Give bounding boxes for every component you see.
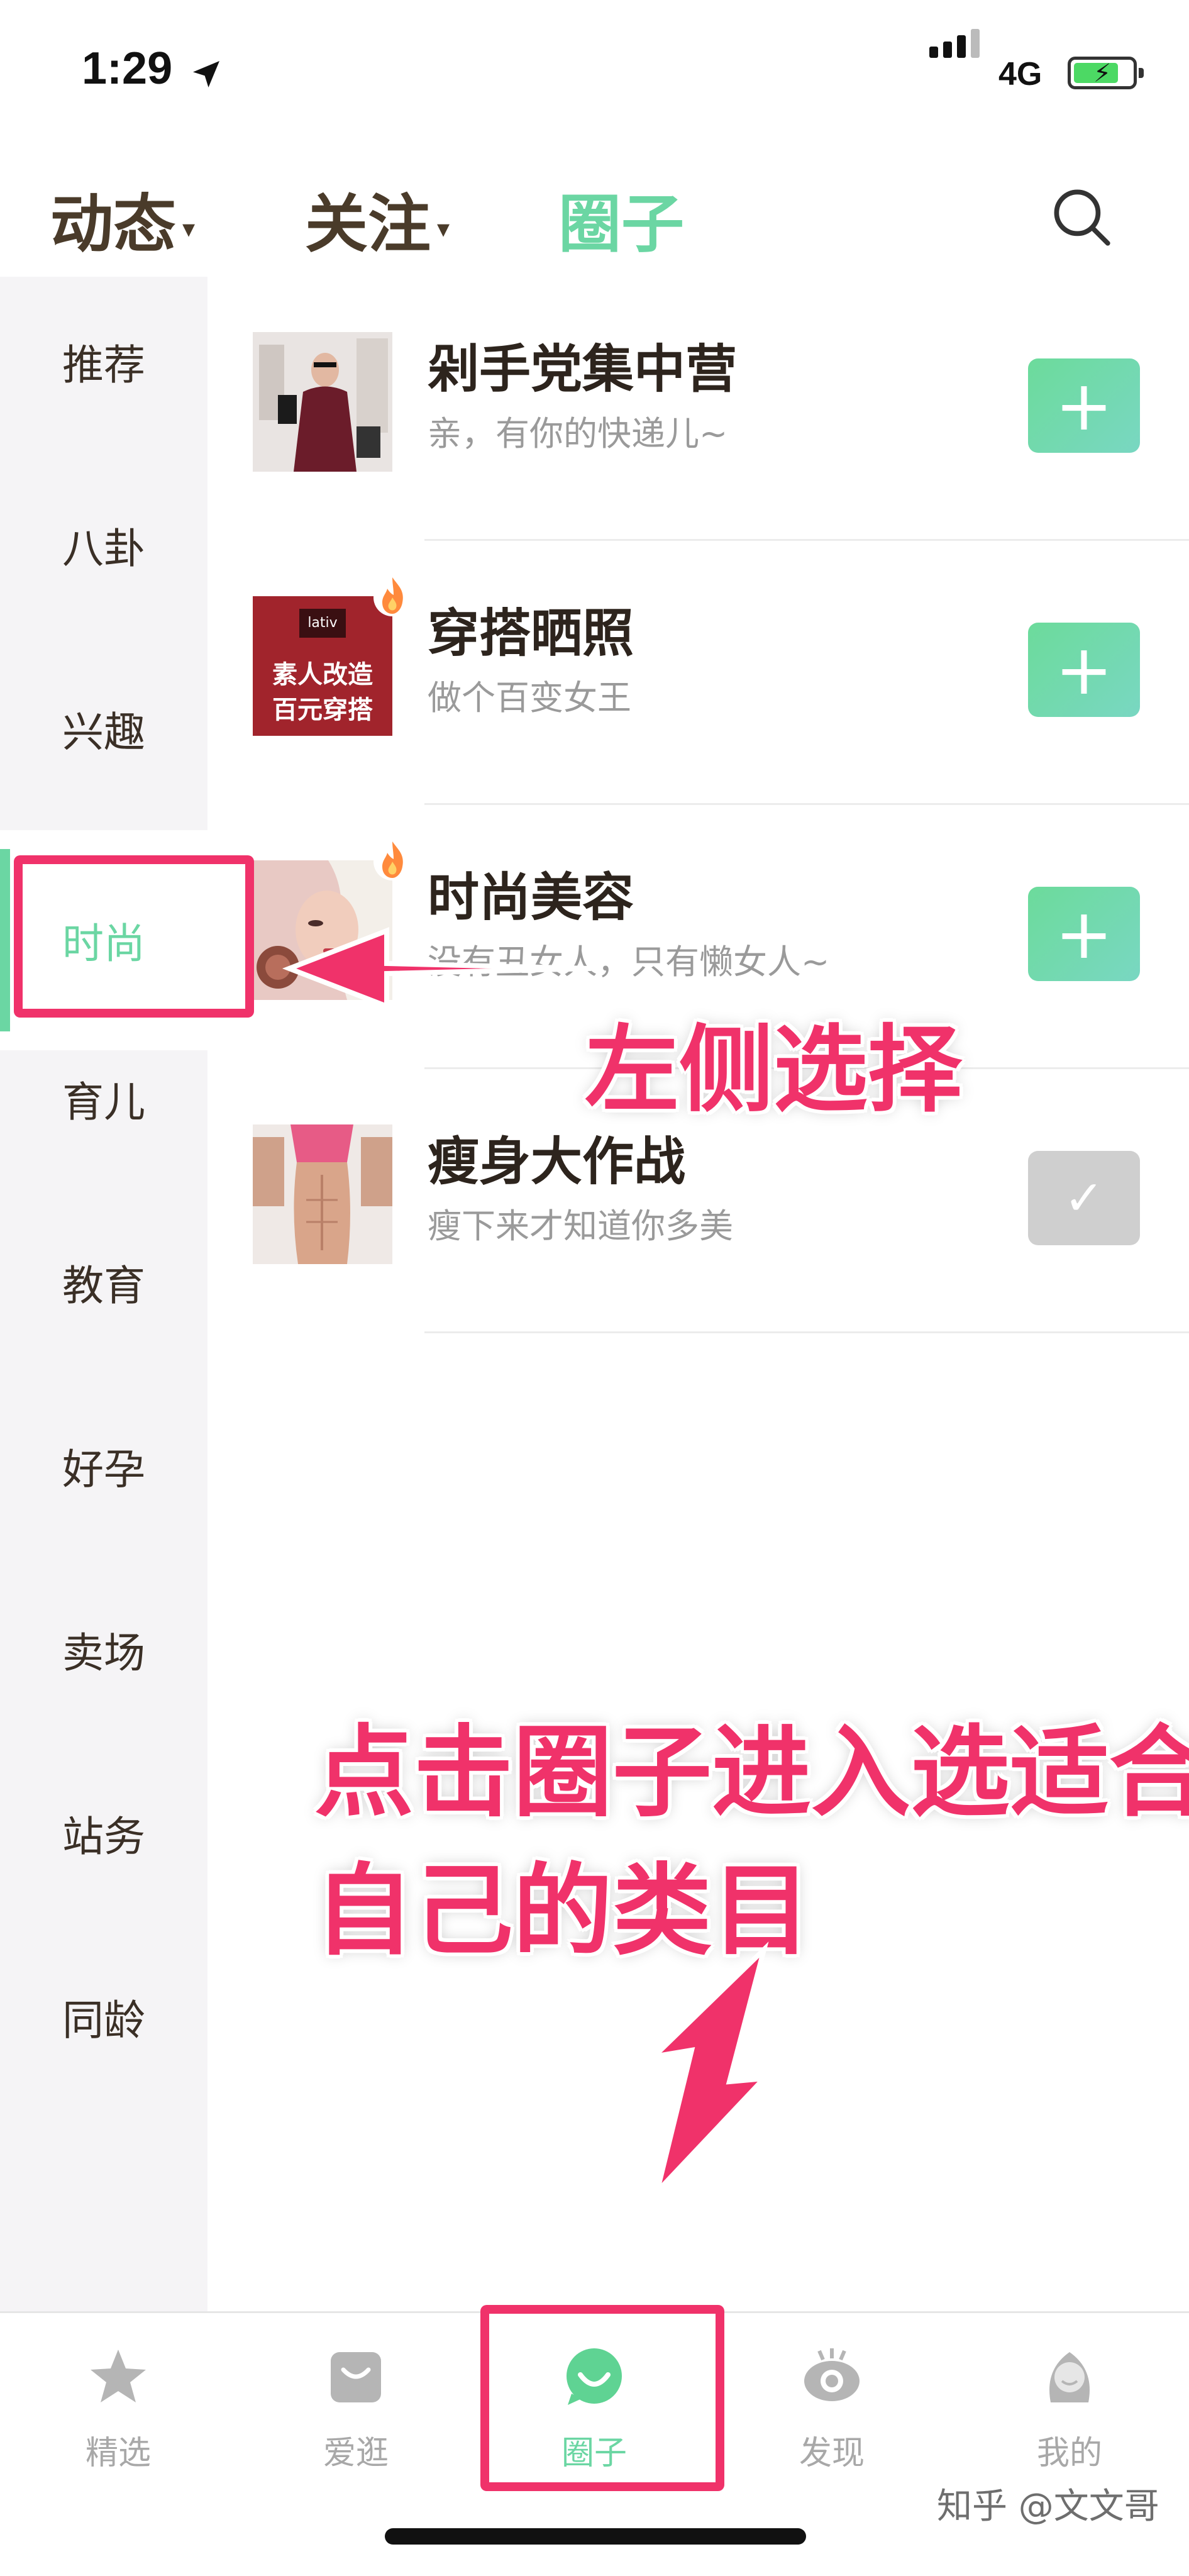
join-group-button[interactable]: + [1028,887,1140,981]
sidebar-item-parenting[interactable]: 育儿 [0,1014,207,1184]
group-name: 剁手党集中营 [428,340,738,399]
bottom-tab-mine[interactable]: 我的 [966,2332,1173,2483]
bottom-tab-label: 发现 [799,2434,865,2472]
tab-follow-label: 关注 [305,187,431,261]
shopping-bag-icon [331,2352,381,2402]
status-bar: 1:29 4G ⚡ [0,0,1189,148]
fashion-highlight-box [14,855,254,1018]
group-row-shopping[interactable]: 剁手党集中营 亲，有你的快递儿~ + [207,277,1189,541]
sidebar-item-label: 推荐 [62,341,145,389]
sidebar-item-label: 站务 [62,1813,145,1861]
joined-check-button[interactable]: ✓ [1028,1151,1140,1245]
sidebar-item-label: 同龄 [62,1996,145,2045]
sidebar-item-site-affairs[interactable]: 站务 [0,1748,207,1918]
sidebar-item-pregnancy[interactable]: 好孕 [0,1381,207,1551]
tab-follow[interactable]: 关注 ▾ [305,173,450,264]
search-icon[interactable] [1047,182,1116,252]
annotation-click-circle-line1: 点击圈子进入选适合 [314,1715,1189,1831]
hot-fire-icon [373,577,411,616]
watermark: 知乎 @文文哥 [937,2486,1159,2527]
poster-line: 百元穿搭 [272,696,373,724]
poster-line: 素人改造 [272,660,373,689]
sidebar-item-same-age[interactable]: 同龄 [0,1932,207,2102]
sidebar-item-education[interactable]: 教育 [0,1197,207,1367]
bottom-tab-label: 爱逛 [323,2434,389,2472]
app-screen: 1:29 4G ⚡ 动态 ▾ 关注 ▾ 圈子 推荐 八卦 兴趣 时尚 育儿 教育… [0,0,1189,2576]
sidebar-item-label: 好孕 [62,1445,145,1494]
poster-brand: lativ [299,609,346,638]
annotation-left-select: 左侧选择 [585,1016,963,1125]
tab-circle[interactable]: 圈子 [558,173,684,264]
top-tab-bar: 动态 ▾ 关注 ▾ 圈子 [0,157,1189,277]
row-divider [424,1331,1189,1333]
sidebar-item-label: 教育 [62,1262,145,1310]
bottom-tab-label: 精选 [85,2434,151,2472]
home-indicator [385,2528,806,2545]
group-desc: 做个百变女王 [428,678,631,718]
group-row-outfits[interactable]: lativ 素人改造 百元穿搭 穿搭晒照 做个百变女王 + [207,541,1189,805]
network-label: 4G [998,56,1042,92]
group-desc: 瘦下来才知道你多美 [428,1206,733,1246]
tab-circle-label: 圈子 [558,187,684,261]
bottom-tab-browse[interactable]: 爱逛 [252,2332,460,2483]
sidebar-item-interest[interactable]: 兴趣 [0,644,207,814]
bottom-tab-featured[interactable]: 精选 [14,2332,222,2483]
battery-charging-icon: ⚡ [1068,57,1144,89]
tab-dynamic[interactable]: 动态 ▾ [50,173,195,264]
join-group-button[interactable]: + [1028,358,1140,453]
sidebar-item-label: 卖场 [62,1629,145,1677]
sidebar-item-recommend[interactable]: 推荐 [0,277,207,447]
group-desc: 亲，有你的快递儿~ [428,414,728,453]
group-name: 瘦身大作战 [428,1132,686,1192]
left-pointing-arrow-icon [282,927,592,1010]
group-name: 穿搭晒照 [428,604,634,663]
bottom-tab-discover[interactable]: 发现 [728,2332,936,2483]
sidebar-item-gossip[interactable]: 八卦 [0,460,207,630]
join-group-button[interactable]: + [1028,623,1140,717]
sidebar-item-market[interactable]: 卖场 [0,1565,207,1735]
location-arrow-icon [193,61,219,87]
tab-dynamic-label: 动态 [50,187,176,261]
eye-icon [804,2348,860,2401]
circle-tab-highlight-box [480,2305,724,2491]
sidebar-item-label: 八卦 [62,525,145,573]
sidebar-item-label: 育儿 [62,1078,145,1126]
bottom-tab-label: 我的 [1036,2434,1102,2472]
status-time: 1:29 [82,43,173,94]
category-sidebar: 推荐 八卦 兴趣 时尚 育儿 教育 好孕 卖场 站务 同龄 [0,277,207,2311]
profile-girl-icon [1049,2352,1090,2402]
lativ-poster: lativ 素人改造 百元穿搭 [253,596,392,736]
star-icon [91,2350,146,2402]
down-pointing-arrow-icon [646,1941,771,2201]
sidebar-item-label: 兴趣 [62,708,145,757]
caret-down-icon: ▾ [437,214,450,243]
hot-fire-icon [373,841,411,880]
shopping-woman-photo [253,332,392,472]
fitness-woman-photo [253,1124,392,1264]
caret-down-icon: ▾ [182,214,196,243]
